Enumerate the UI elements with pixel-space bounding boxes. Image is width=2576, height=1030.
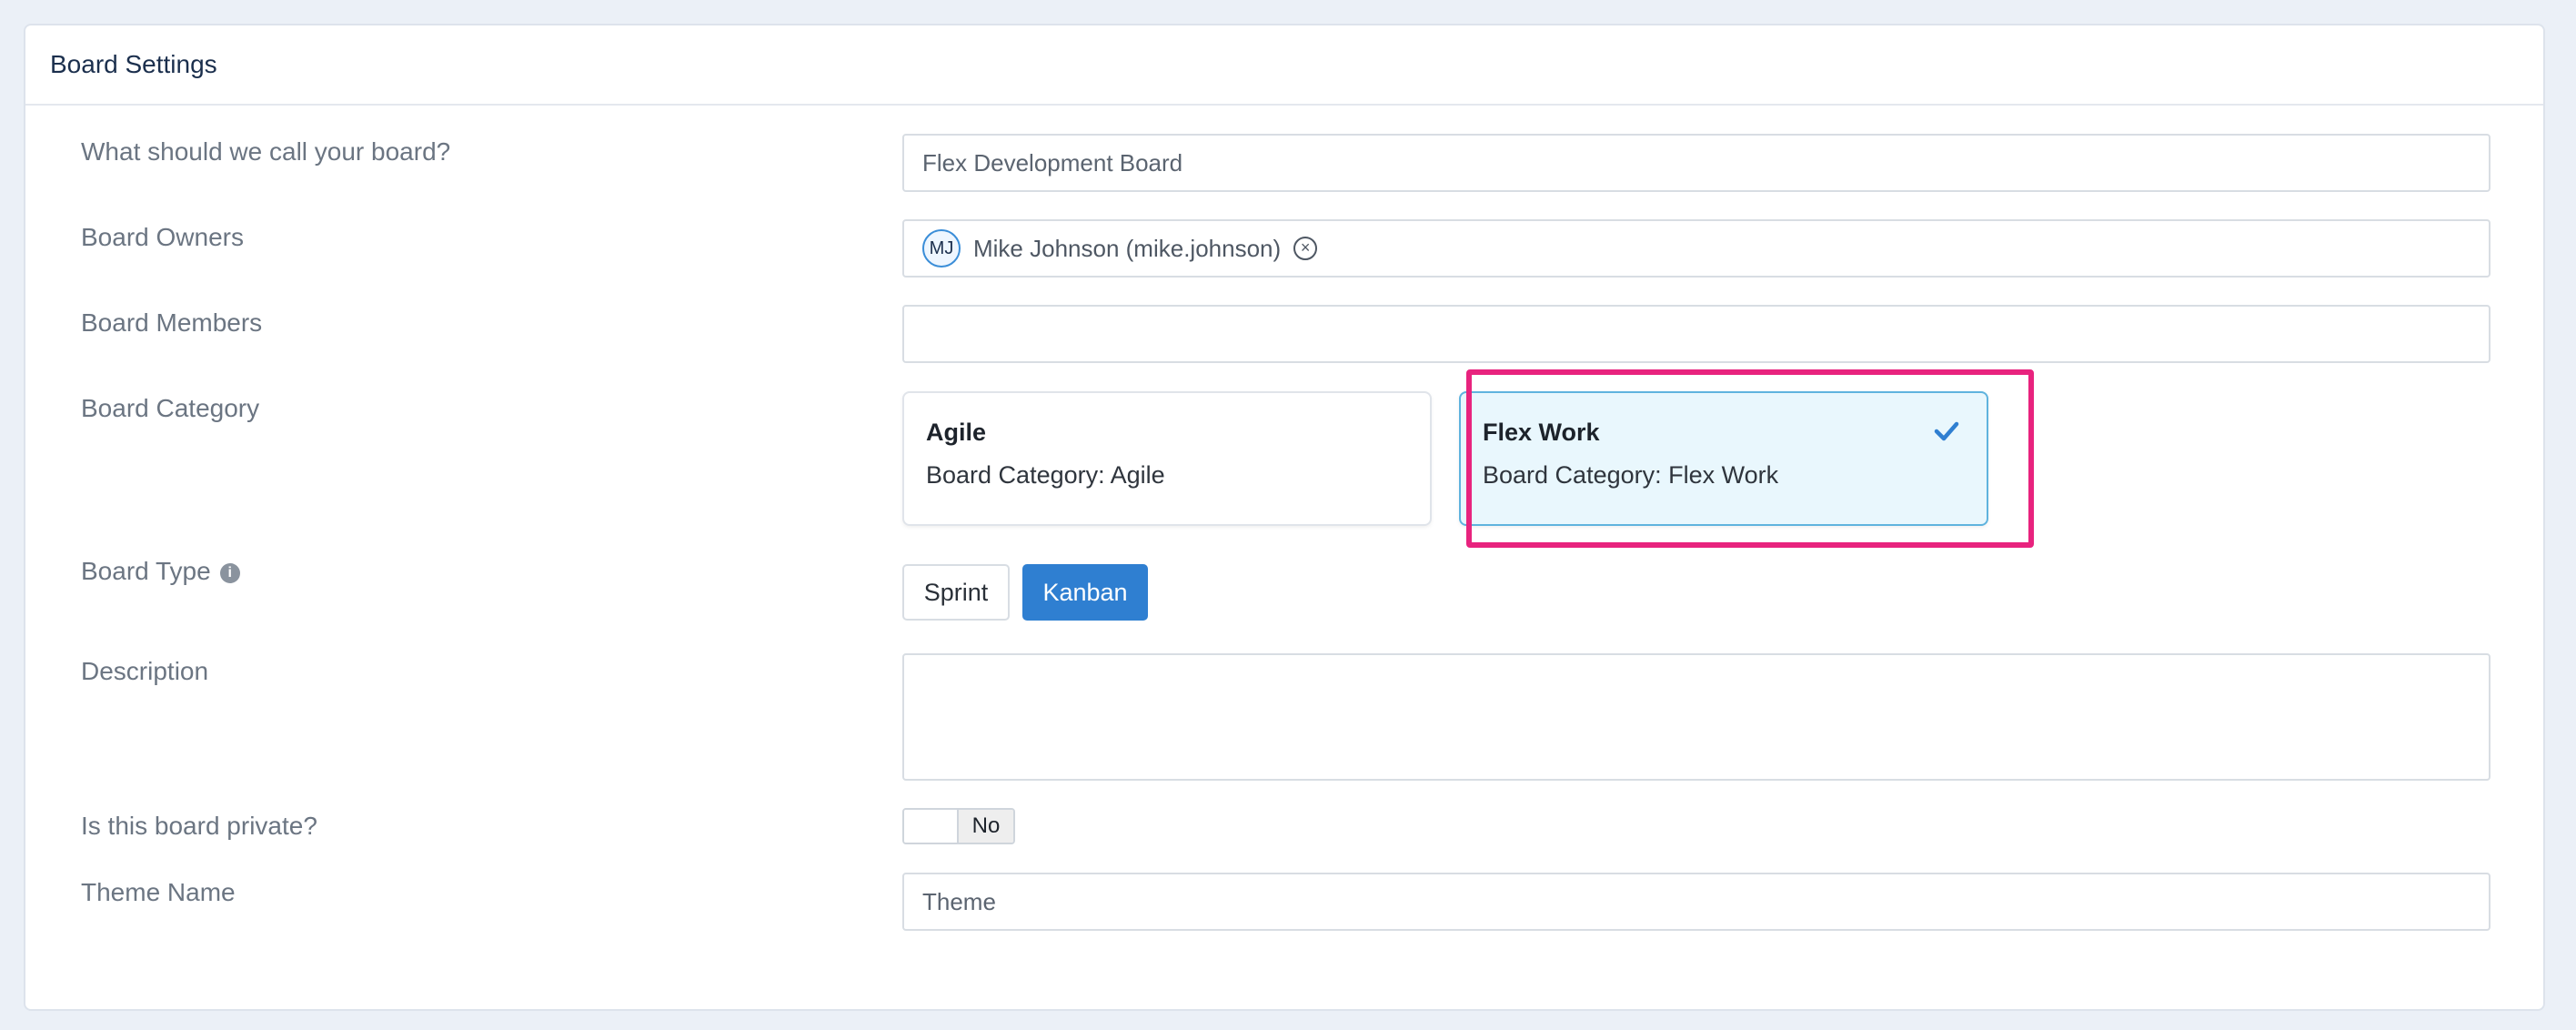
remove-owner-icon[interactable]: × bbox=[1293, 237, 1318, 260]
category-description: Board Category: Agile bbox=[926, 461, 1165, 489]
board-members-input[interactable] bbox=[902, 305, 2490, 363]
description-textarea[interactable] bbox=[902, 653, 2490, 781]
theme-name-input[interactable]: Theme bbox=[902, 873, 2490, 931]
board-type-sprint-button[interactable]: Sprint bbox=[902, 564, 1010, 621]
board-type-label: Board Type i bbox=[81, 557, 240, 586]
toggle-state: No bbox=[957, 810, 1013, 843]
card-title: Board Settings bbox=[50, 50, 217, 78]
board-name-label: What should we call your board? bbox=[81, 137, 451, 166]
board-members-label: Board Members bbox=[81, 308, 263, 337]
board-owners-label: Board Owners bbox=[81, 223, 244, 251]
selection-highlight bbox=[1466, 369, 2034, 548]
theme-name-placeholder: Theme bbox=[922, 887, 996, 915]
theme-name-label: Theme Name bbox=[81, 878, 236, 906]
owner-chip: MJ Mike Johnson (mike.johnson) × bbox=[922, 221, 1318, 276]
owner-name: Mike Johnson (mike.johnson) bbox=[973, 234, 1282, 262]
board-settings-card: Board Settings What should we call your … bbox=[24, 24, 2545, 1011]
card-header: Board Settings bbox=[25, 25, 2543, 106]
info-icon[interactable]: i bbox=[219, 562, 240, 583]
private-label: Is this board private? bbox=[81, 812, 317, 840]
board-owners-input[interactable]: MJ Mike Johnson (mike.johnson) × bbox=[902, 219, 2490, 278]
category-title: Agile bbox=[926, 419, 987, 446]
board-category-label: Board Category bbox=[81, 394, 260, 422]
toggle-knob bbox=[904, 810, 957, 843]
description-label: Description bbox=[81, 657, 209, 685]
category-option-agile[interactable]: Agile Board Category: Agile bbox=[902, 391, 1432, 526]
board-name-value: Flex Development Board bbox=[922, 148, 1183, 177]
avatar: MJ bbox=[922, 229, 961, 268]
private-toggle[interactable]: No bbox=[902, 808, 1015, 844]
board-type-label-text: Board Type bbox=[81, 557, 211, 585]
board-type-kanban-button[interactable]: Kanban bbox=[1022, 564, 1148, 621]
board-name-input[interactable]: Flex Development Board bbox=[902, 134, 2490, 192]
